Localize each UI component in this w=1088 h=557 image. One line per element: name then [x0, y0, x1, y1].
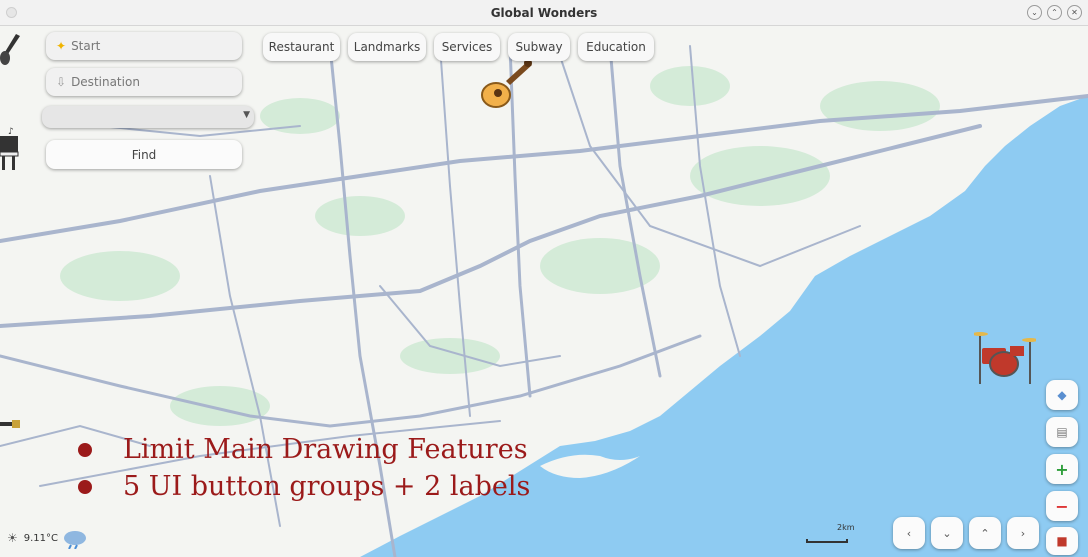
category-subway[interactable]: Subway [508, 33, 570, 61]
acoustic-guitar-icon [481, 59, 532, 108]
app-window: Global Wonders ⌄ ⌃ ✕ ♪ Limit Main Drawin… [0, 0, 1088, 557]
temperature-label: 9.11°C [23, 532, 59, 544]
guitar-neck-icon [0, 420, 20, 428]
destination-input[interactable]: ⇩ Destination [46, 68, 242, 96]
weather-widget: ☀ 9.11°C [4, 527, 89, 549]
overlay-bullet-1: Limit Main Drawing Features [78, 434, 528, 465]
overlay-line-2: 5 UI button groups + 2 labels [123, 471, 531, 502]
window-controls: ⌄ ⌃ ✕ [1027, 5, 1082, 20]
layers-button[interactable]: ▤ [1046, 417, 1078, 447]
svg-text:♪: ♪ [8, 127, 14, 137]
overlay-bullet-2: 5 UI button groups + 2 labels [78, 471, 530, 502]
category-landmarks[interactable]: Landmarks [348, 33, 426, 61]
window-title: Global Wonders [490, 5, 598, 20]
title-bar: Global Wonders ⌄ ⌃ ✕ [0, 0, 1088, 26]
electric-guitar-icon [0, 34, 20, 65]
layers-icon: ▤ [1056, 425, 1068, 439]
bullet-dot [78, 479, 92, 494]
category-services[interactable]: Services [434, 33, 500, 61]
scale-label: 2km [837, 523, 855, 532]
bullet-dot [78, 442, 92, 457]
pan-up-button[interactable]: ⌃ [969, 517, 1001, 549]
destination-placeholder: Destination [71, 75, 140, 89]
start-placeholder: Start [71, 39, 101, 53]
arrow-down-icon: ⇩ [56, 75, 67, 89]
mode-dropdown[interactable]: ▼ [42, 106, 254, 128]
zoom-out-button[interactable]: − [1046, 491, 1078, 521]
minus-icon: − [1055, 496, 1069, 516]
maximize-button[interactable]: ⌃ [1047, 5, 1062, 20]
minimize-button[interactable]: ⌄ [1027, 5, 1042, 20]
sun-icon: ☀ [7, 531, 18, 545]
drum-kit-icon [974, 332, 1036, 384]
category-education[interactable]: Education [578, 33, 654, 61]
pan-right-button[interactable]: › [1007, 517, 1039, 549]
chevron-down-icon: ▼ [243, 110, 250, 120]
app-icon [6, 7, 17, 18]
piano-icon: ♪ [0, 127, 19, 170]
compass-button[interactable]: ◆ [1046, 380, 1078, 410]
cloud-rain-icon [64, 531, 87, 549]
star-icon: ✦ [56, 39, 67, 53]
close-button[interactable]: ✕ [1067, 5, 1082, 20]
exit-icon: ■ [1056, 534, 1068, 548]
category-restaurant[interactable]: Restaurant [263, 33, 340, 61]
zoom-in-button[interactable]: + [1046, 454, 1078, 484]
start-input[interactable]: ✦ Start [46, 32, 242, 60]
scale-bar: 2km [806, 523, 855, 545]
scale-line [806, 539, 848, 543]
diamond-nav-icon: ◆ [1057, 388, 1067, 402]
exit-button[interactable]: ■ [1046, 527, 1078, 555]
plus-icon: + [1055, 459, 1069, 479]
pan-left-button[interactable]: ‹ [893, 517, 925, 549]
find-button[interactable]: Find [46, 140, 242, 169]
pan-down-button[interactable]: ⌄ [931, 517, 963, 549]
overlay-line-1: Limit Main Drawing Features [123, 434, 528, 465]
